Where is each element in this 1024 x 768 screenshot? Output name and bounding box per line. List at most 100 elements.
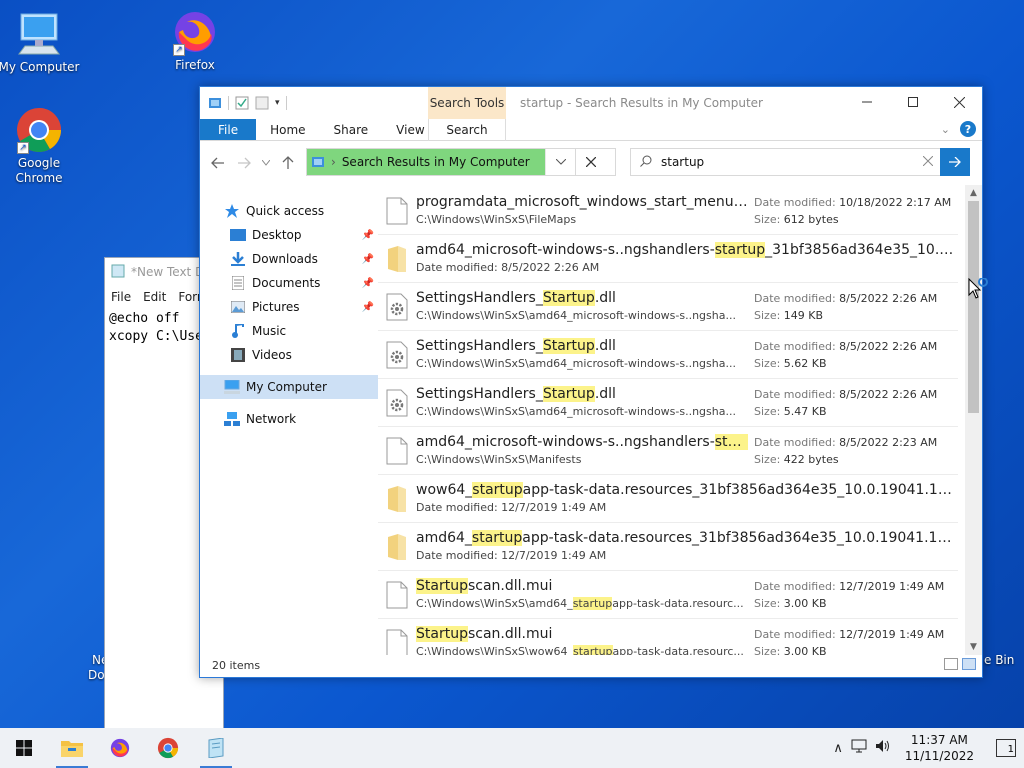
result-date-line: Date modified: 10/18/2022 2:17 AM bbox=[754, 194, 958, 211]
result-date: 10/18/2022 2:17 AM bbox=[839, 195, 952, 209]
result-row[interactable]: SettingsHandlers_Startup.dll C:\Windows\W… bbox=[378, 331, 958, 379]
result-date: 8/5/2022 2:26 AM bbox=[839, 387, 938, 401]
result-row[interactable]: programdata_microsoft_windows_start_menu… bbox=[378, 187, 958, 235]
result-main: wow64_startupapp-task-data.resources_31b… bbox=[416, 481, 958, 516]
recent-locations-button[interactable] bbox=[260, 153, 272, 173]
scroll-up-icon[interactable]: ▲ bbox=[965, 185, 982, 201]
nav-pictures[interactable]: Pictures 📌 bbox=[200, 295, 378, 319]
properties-icon[interactable] bbox=[235, 96, 249, 110]
result-row[interactable]: Startupscan.dll.mui C:\Windows\WinSxS\wow… bbox=[378, 619, 958, 655]
up-button[interactable] bbox=[278, 153, 298, 173]
show-hidden-icons-icon[interactable]: ∧ bbox=[833, 741, 843, 756]
result-main: programdata_microsoft_windows_start_menu… bbox=[416, 193, 748, 228]
recycle-bin-label[interactable]: e Bin bbox=[984, 653, 1014, 667]
taskbar-clock[interactable]: 11:37 AM 11/11/2022 bbox=[899, 732, 980, 764]
result-meta: Date modified: 8/5/2022 2:26 AM Size: 5.6… bbox=[748, 338, 958, 372]
address-breadcrumb[interactable]: › Search Results in My Computer bbox=[307, 149, 545, 175]
result-date-line: Date modified: 8/5/2022 2:26 AM bbox=[754, 386, 958, 403]
taskbar-chrome[interactable] bbox=[144, 728, 192, 768]
result-row[interactable]: SettingsHandlers_Startup.dll C:\Windows\W… bbox=[378, 283, 958, 331]
explorer-titlebar[interactable]: ▾ Search Tools startup - Search Results … bbox=[200, 87, 982, 119]
result-name-post: .dll bbox=[594, 290, 616, 306]
result-name-highlight: star... bbox=[714, 434, 748, 450]
search-tools-context-tab: Search Tools bbox=[428, 87, 506, 119]
action-center-button[interactable]: 1 bbox=[996, 739, 1016, 757]
result-row[interactable]: wow64_startupapp-task-data.resources_31b… bbox=[378, 475, 958, 523]
nav-documents[interactable]: Documents 📌 bbox=[200, 271, 378, 295]
result-subline: C:\Windows\WinSxS\Manifests bbox=[416, 452, 748, 468]
result-size-line: Size: 5.47 KB bbox=[754, 403, 958, 420]
tab-share[interactable]: Share bbox=[320, 119, 383, 140]
result-date-line: Date modified: 8/5/2022 2:26 AM bbox=[754, 338, 958, 355]
result-subline: C:\Windows\WinSxS\amd64_microsoft-window… bbox=[416, 404, 748, 420]
maximize-button[interactable] bbox=[890, 87, 936, 117]
details-view-icon[interactable] bbox=[944, 658, 958, 670]
help-button[interactable]: ? bbox=[960, 121, 976, 137]
new-folder-icon[interactable] bbox=[255, 96, 269, 110]
date-modified-label: Date modified: bbox=[754, 195, 836, 209]
explorer-body: Quick access Desktop 📌 Downloads 📌 Docum… bbox=[200, 185, 982, 655]
desktop-icon-firefox[interactable]: ↗ Firefox bbox=[154, 8, 236, 73]
result-name-highlight: Startup bbox=[416, 578, 468, 594]
stop-search-button[interactable] bbox=[575, 149, 605, 175]
result-path: C:\Windows\WinSxS\Manifests bbox=[416, 453, 582, 466]
dll-gear-icon bbox=[378, 389, 416, 417]
desktop-icon-my-computer[interactable]: My Computer bbox=[0, 10, 80, 75]
volume-icon[interactable] bbox=[875, 739, 891, 757]
results-pane[interactable]: programdata_microsoft_windows_start_menu… bbox=[378, 185, 982, 655]
tab-home[interactable]: Home bbox=[256, 119, 319, 140]
close-icon bbox=[953, 96, 965, 108]
back-button[interactable] bbox=[208, 153, 228, 173]
search-input[interactable]: startup bbox=[661, 155, 916, 169]
result-name-highlight: Startup bbox=[542, 386, 595, 402]
notepad-menu-file[interactable]: File bbox=[111, 290, 131, 304]
nav-videos[interactable]: Videos bbox=[200, 343, 378, 367]
nav-desktop[interactable]: Desktop 📌 bbox=[200, 223, 378, 247]
taskbar-firefox[interactable] bbox=[96, 728, 144, 768]
result-row[interactable]: amd64_microsoft-windows-s..ngshandlers-s… bbox=[378, 235, 958, 283]
nav-music[interactable]: Music bbox=[200, 319, 378, 343]
network-status-icon[interactable] bbox=[851, 739, 867, 757]
nav-downloads[interactable]: Downloads 📌 bbox=[200, 247, 378, 271]
result-row[interactable]: amd64_microsoft-windows-s..ngshandlers-s… bbox=[378, 427, 958, 475]
taskbar-notepad[interactable] bbox=[192, 728, 240, 768]
windows-logo-icon bbox=[16, 740, 32, 756]
result-name: amd64_startupapp-task-data.resources_31b… bbox=[416, 529, 958, 548]
expand-ribbon-icon[interactable]: ⌄ bbox=[941, 123, 950, 136]
address-bar[interactable]: › Search Results in My Computer bbox=[306, 148, 616, 176]
result-path: C:\Windows\WinSxS\FileMaps bbox=[416, 213, 577, 226]
result-row[interactable]: Startupscan.dll.mui C:\Windows\WinSxS\amd… bbox=[378, 571, 958, 619]
nav-quick-access[interactable]: Quick access bbox=[200, 199, 378, 223]
notepad-menu-edit[interactable]: Edit bbox=[143, 290, 166, 304]
clear-search-button[interactable] bbox=[916, 155, 940, 169]
start-button[interactable] bbox=[0, 728, 48, 768]
result-row[interactable]: SettingsHandlers_Startup.dll C:\Windows\W… bbox=[378, 379, 958, 427]
search-go-button[interactable] bbox=[940, 148, 970, 176]
explorer-window[interactable]: ▾ Search Tools startup - Search Results … bbox=[199, 86, 983, 678]
result-name: SettingsHandlers_Startup.dll bbox=[416, 337, 748, 356]
notepad-icon bbox=[111, 264, 125, 281]
forward-button[interactable] bbox=[234, 153, 254, 173]
size-label: Size: bbox=[754, 212, 781, 226]
firefox-icon: ↗ bbox=[171, 8, 219, 56]
search-box[interactable]: startup bbox=[630, 148, 970, 176]
tab-search[interactable]: Search bbox=[428, 119, 506, 141]
address-dropdown-button[interactable] bbox=[545, 149, 575, 175]
close-button[interactable] bbox=[936, 87, 982, 117]
folder-icon bbox=[378, 533, 416, 561]
nav-network[interactable]: Network bbox=[200, 407, 378, 431]
folder-icon bbox=[61, 741, 83, 757]
taskbar-file-explorer[interactable] bbox=[48, 728, 96, 768]
qat-dropdown-icon[interactable]: ▾ bbox=[275, 98, 280, 108]
large-icons-view-icon[interactable] bbox=[962, 658, 976, 670]
tab-file[interactable]: File bbox=[200, 119, 257, 140]
result-size: 422 bytes bbox=[783, 452, 839, 466]
nav-my-computer[interactable]: My Computer bbox=[200, 375, 378, 399]
result-path-pre: C:\Windows\WinSxS\amd64_ bbox=[416, 597, 573, 610]
scroll-thumb[interactable] bbox=[968, 201, 979, 413]
minimize-button[interactable] bbox=[844, 87, 890, 117]
result-row[interactable]: amd64_startupapp-task-data.resources_31b… bbox=[378, 523, 958, 571]
desktop-icon-chrome[interactable]: ↗ Google Chrome bbox=[0, 106, 80, 186]
result-meta: Date modified: 10/18/2022 2:17 AM Size: 6… bbox=[748, 194, 958, 228]
vertical-scrollbar[interactable]: ▲ ▼ bbox=[965, 185, 982, 655]
